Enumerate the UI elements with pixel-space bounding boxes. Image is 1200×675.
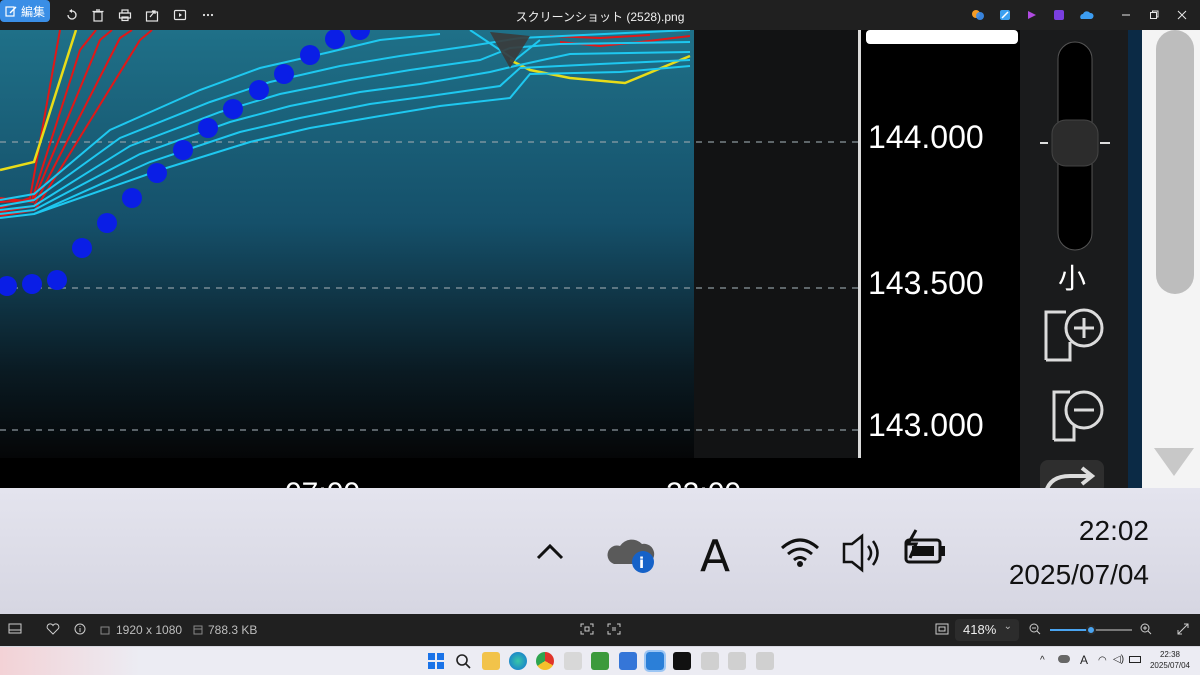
search-icon[interactable]: [455, 653, 471, 674]
notepad-icon[interactable]: [619, 652, 637, 670]
file-explorer-icon[interactable]: [482, 652, 500, 670]
info-icon[interactable]: [73, 623, 87, 640]
price-label-143500: 143.500: [868, 265, 984, 301]
fit-screen-icon[interactable]: [580, 623, 594, 638]
chevron-down-icon: ⌄: [1003, 621, 1012, 632]
tray-wifi-icon[interactable]: ◠: [1098, 655, 1107, 666]
delete-icon[interactable]: [86, 4, 110, 26]
status-bar: 1920 x 1080 788.3 KB 418% ⌄: [0, 614, 1200, 646]
filmstrip-icon[interactable]: [8, 623, 22, 638]
restore-icon[interactable]: [1142, 4, 1166, 26]
dimensions-icon: [100, 624, 110, 638]
windows-taskbar: ^ A ◠ ◁) 22:38 2025/07/04: [0, 646, 1200, 675]
minimize-icon[interactable]: [1114, 4, 1138, 26]
svg-text:i: i: [639, 554, 644, 572]
zoomed-screenshot: 144.000 143.500 143.000 07:00 22:00 小: [0, 30, 1200, 614]
scrollbar-thumb[interactable]: [1156, 30, 1194, 294]
tray-clock-time: 22:02: [1079, 515, 1149, 546]
zoom-value: 418%: [963, 622, 997, 637]
designer-icon[interactable]: [1047, 4, 1071, 26]
clipchamp-icon[interactable]: [1020, 4, 1044, 26]
taskbar-widget-area: [0, 647, 140, 675]
actual-size-icon[interactable]: [935, 623, 949, 638]
print-icon[interactable]: [113, 4, 137, 26]
tray-volume-icon[interactable]: ◁): [1113, 654, 1124, 665]
zoom-slider-thumb[interactable]: [1051, 119, 1099, 167]
ime-icon: A: [700, 531, 730, 582]
app-edge: [1128, 30, 1142, 492]
photos-edit-icon[interactable]: [993, 4, 1017, 26]
zoom-side-label: 小: [1058, 262, 1086, 295]
start-icon[interactable]: [428, 653, 444, 674]
zoom-in-footer-icon[interactable]: [1140, 623, 1152, 638]
zoom-dropdown[interactable]: 418% ⌄: [955, 619, 1019, 641]
share-icon[interactable]: [140, 4, 164, 26]
tray-battery-icon[interactable]: [1129, 656, 1141, 663]
zoomed-taskbar: [0, 488, 1200, 614]
edit-button[interactable]: 編集: [0, 0, 50, 22]
edit-label: 編集: [21, 4, 46, 19]
app-icon-4[interactable]: [701, 652, 719, 670]
image-dimensions: 1920 x 1080: [116, 623, 183, 637]
file-size-icon: [193, 624, 203, 638]
copilot-icon[interactable]: [966, 4, 990, 26]
onedrive-icon[interactable]: [1074, 4, 1098, 26]
more-icon[interactable]: [196, 4, 220, 26]
chart-future-area: [694, 30, 860, 458]
slideshow-icon[interactable]: [168, 4, 192, 26]
photos-icon[interactable]: [644, 650, 666, 672]
tray-overflow-icon[interactable]: ^: [1040, 655, 1045, 666]
image-viewer[interactable]: 144.000 143.500 143.000 07:00 22:00 小: [0, 30, 1200, 614]
app-icon-3[interactable]: [673, 652, 691, 670]
scan-text-icon[interactable]: [607, 623, 621, 638]
zoom-slider-handle[interactable]: [1086, 625, 1096, 635]
fullscreen-icon[interactable]: [1177, 623, 1189, 638]
edit-icon: [5, 6, 17, 17]
tray-clock-date: 2025/07/04: [1009, 559, 1149, 590]
app-icon-2[interactable]: [591, 652, 609, 670]
current-price-tag: [866, 30, 1018, 44]
close-icon[interactable]: [1170, 4, 1194, 26]
file-size: 788.3 KB: [208, 623, 258, 637]
zoom-out-footer-icon[interactable]: [1029, 623, 1041, 638]
price-axis-line: [858, 30, 861, 458]
edge-icon[interactable]: [509, 652, 527, 670]
favorite-icon[interactable]: [46, 623, 60, 638]
photos-app-window: 編集 スクリーンショット (2528).png 144.000 143.500 …: [0, 0, 1200, 675]
app-icon-6[interactable]: [756, 652, 774, 670]
tray-onedrive-icon[interactable]: [1058, 655, 1070, 663]
app-icon-5[interactable]: [728, 652, 746, 670]
rotate-icon[interactable]: [60, 4, 84, 26]
title-bar: 編集 スクリーンショット (2528).png: [0, 0, 1200, 30]
app-icon-1[interactable]: [564, 652, 582, 670]
price-label-144000: 144.000: [868, 119, 984, 155]
tray-ime-icon[interactable]: A: [1080, 653, 1088, 667]
taskbar-clock-time[interactable]: 22:38: [1150, 650, 1190, 659]
chrome-icon[interactable]: [536, 652, 554, 670]
taskbar-clock-date[interactable]: 2025/07/04: [1146, 661, 1194, 670]
price-label-143000: 143.000: [868, 407, 984, 443]
